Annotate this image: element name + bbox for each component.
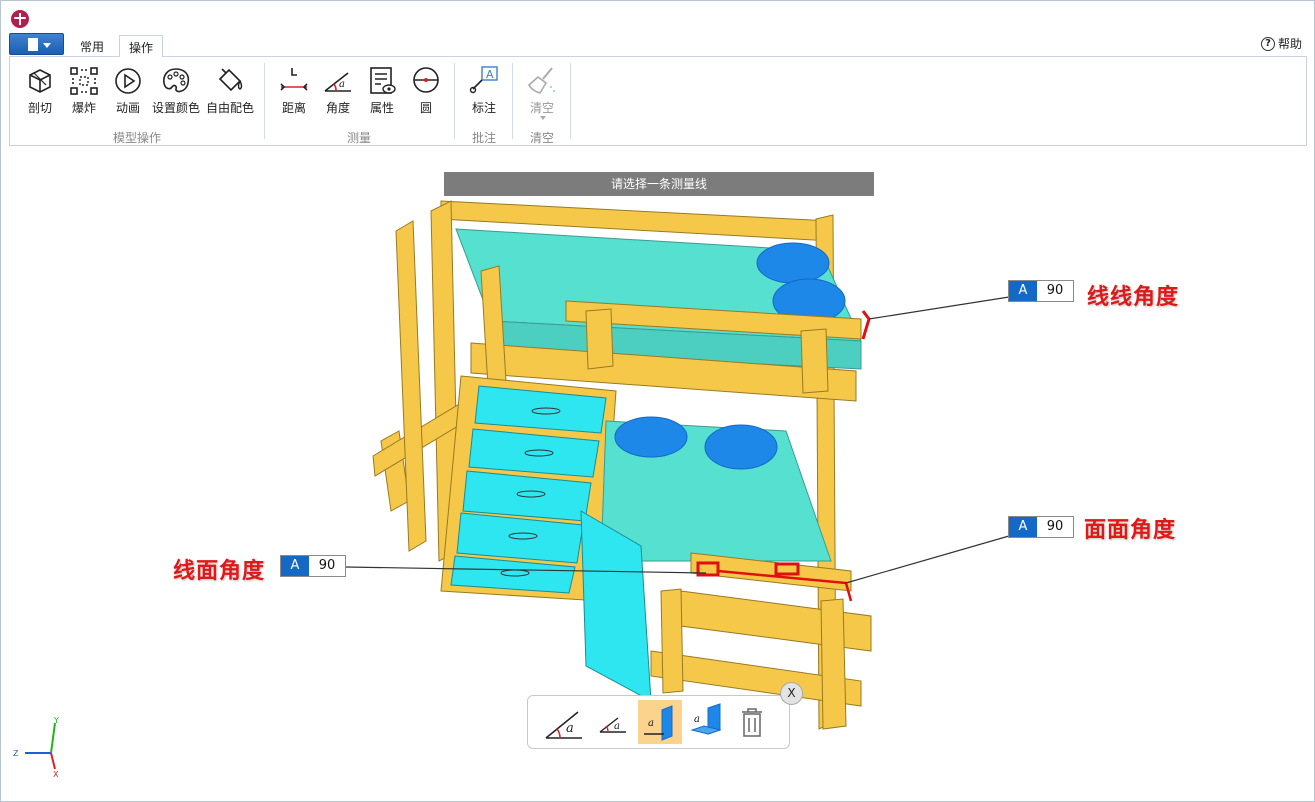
app-window: 常用 操作 ? 帮助 剖切 爆炸 动画 设置颜色 自由配色 模型操作 距离 a … [0,0,1315,802]
tab-operation[interactable]: 操作 [119,35,164,57]
measure-prompt: 请选择一条测量线 [444,172,874,196]
measure-tag-letter: A [281,556,309,576]
angle-three-point-icon: a [599,717,626,733]
measure-tag-line-face[interactable]: A 90 [280,555,346,577]
svg-text:a: a [614,721,620,732]
angle-face-face-icon: a [690,703,722,735]
svg-text:a: a [648,718,654,729]
axis-z-label: Z [13,749,19,758]
axis-x-label: X [53,770,59,779]
measure-tag-value: 90 [318,558,336,573]
close-toolbar-button[interactable]: X [780,682,803,705]
angle-mode-toolbar: a a a a [527,695,790,749]
delete-measure-button[interactable] [730,700,774,744]
angle-line-line-icon: a [545,711,582,739]
note-line-line-angle: 线线角度 [1087,285,1180,310]
angle-three-point-button[interactable]: a [592,700,636,744]
note-face-face-angle: 面面角度 [1084,518,1177,543]
angle-line-face-icon: a [644,705,673,741]
svg-text:a: a [694,714,700,725]
angle-line-line-button[interactable]: a [542,700,586,744]
note-line-face-angle: 线面角度 [173,559,266,584]
angle-line-face-button[interactable]: a [638,700,682,744]
measure-tag-value: 90 [1046,283,1064,298]
measure-tag-line-line[interactable]: A 90 [1008,280,1074,302]
measure-tag-letter: A [1009,517,1037,537]
measure-tag-letter: A [1009,281,1037,301]
trash-icon [742,708,762,737]
measure-tag-value: 90 [1046,519,1064,534]
axis-triad: Y Z X [13,716,59,779]
svg-text:a: a [566,721,574,736]
angle-face-face-button[interactable]: a [686,700,730,744]
measure-tag-face-face[interactable]: A 90 [1008,516,1074,538]
axis-y-label: Y [53,716,59,725]
bunk-bed-model[interactable] [1,1,1315,802]
